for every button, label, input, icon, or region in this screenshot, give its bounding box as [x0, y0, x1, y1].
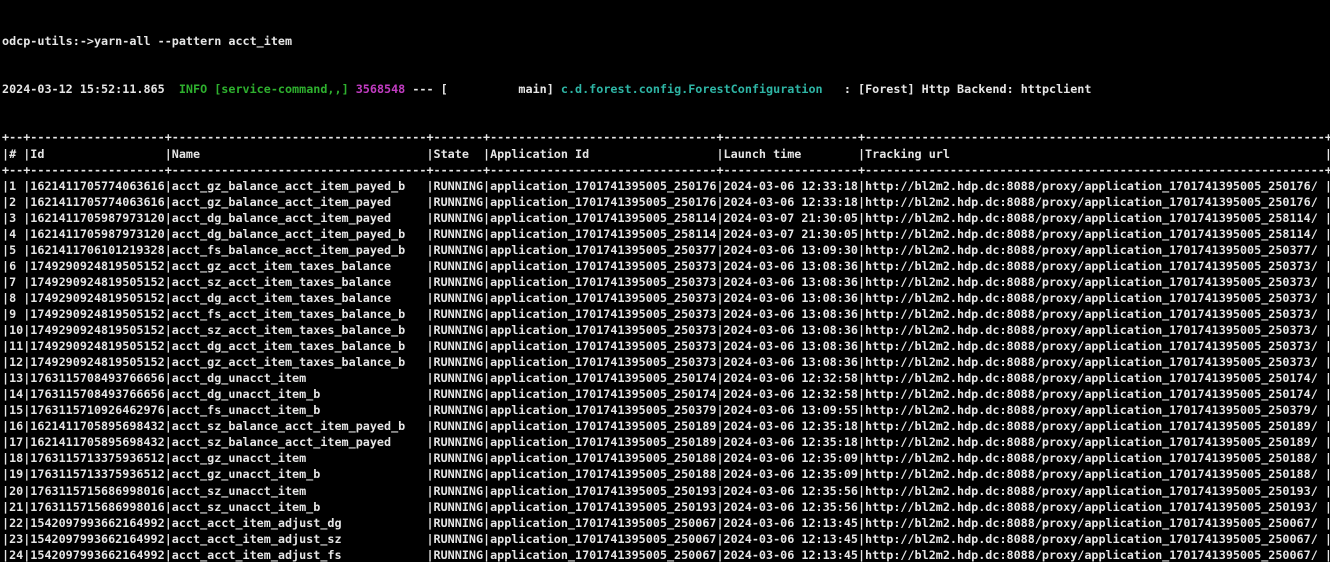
table-row: |20|1763115715686998016|acct_sz_unacct_i…: [2, 483, 1330, 499]
log-timestamp: 2024-03-12 15:52:11.865: [2, 82, 179, 96]
table-row: |8 |1749290924819505152|acct_dg_acct_ite…: [2, 290, 1330, 306]
log-pid: 3568548: [356, 82, 406, 96]
table-row: |19|1763115713375936512|acct_gz_unacct_i…: [2, 466, 1330, 482]
table-row: |24|1542097993662164992|acct_acct_item_a…: [2, 547, 1330, 562]
log-line: 2024-03-12 15:52:11.865 INFO [service-co…: [2, 81, 1330, 97]
table-row: |14|1763115708493766656|acct_dg_unacct_i…: [2, 386, 1330, 402]
log-thread: --- [ main]: [405, 82, 561, 96]
table-row: |17|1621411705895698432|acct_sz_balance_…: [2, 434, 1330, 450]
table-row: |15|1763115710926462976|acct_fs_unacct_i…: [2, 402, 1330, 418]
log-message: : [Forest] Http Backend: httpclient: [823, 82, 1092, 96]
table-row: |5 |1621411706101219328|acct_fs_balance_…: [2, 242, 1330, 258]
table-row: |16|1621411705895698432|acct_sz_balance_…: [2, 418, 1330, 434]
table-row: |21|1763115715686998016|acct_sz_unacct_i…: [2, 499, 1330, 515]
table-row: |3 |1621411705987973120|acct_dg_balance_…: [2, 210, 1330, 226]
table-border: +--+-------------------+----------------…: [2, 162, 1330, 178]
command-text: odcp-utils:->yarn-all --pattern acct_ite…: [2, 34, 292, 48]
table-row: |22|1542097993662164992|acct_acct_item_a…: [2, 515, 1330, 531]
table-header-row: |# |Id |Name |State |Application Id |Lau…: [2, 146, 1330, 162]
table-border: +--+-------------------+----------------…: [2, 129, 1330, 145]
table-row: |6 |1749290924819505152|acct_gz_acct_ite…: [2, 258, 1330, 274]
command-line: odcp-utils:->yarn-all --pattern acct_ite…: [2, 33, 1330, 49]
table-row: |13|1763115708493766656|acct_dg_unacct_i…: [2, 370, 1330, 386]
table-row: |11|1749290924819505152|acct_dg_acct_ite…: [2, 338, 1330, 354]
table-row: |7 |1749290924819505152|acct_sz_acct_ite…: [2, 274, 1330, 290]
table-row: |10|1749290924819505152|acct_sz_acct_ite…: [2, 322, 1330, 338]
table-row: |9 |1749290924819505152|acct_fs_acct_ite…: [2, 306, 1330, 322]
log-level-service: INFO [service-command,,]: [179, 82, 356, 96]
terminal-screen: odcp-utils:->yarn-all --pattern acct_ite…: [0, 0, 1330, 562]
table-row: |12|1749290924819505152|acct_gz_acct_ite…: [2, 354, 1330, 370]
log-logger-class: c.d.forest.config.ForestConfiguration: [561, 82, 823, 96]
table-row: |2 |1621411705774063616|acct_gz_balance_…: [2, 194, 1330, 210]
table-row: |1 |1621411705774063616|acct_gz_balance_…: [2, 178, 1330, 194]
table-row: |4 |1621411705987973120|acct_dg_balance_…: [2, 226, 1330, 242]
table-row: |18|1763115713375936512|acct_gz_unacct_i…: [2, 450, 1330, 466]
yarn-application-table: +--+-------------------+----------------…: [2, 129, 1330, 562]
table-row: |23|1542097993662164992|acct_acct_item_a…: [2, 531, 1330, 547]
